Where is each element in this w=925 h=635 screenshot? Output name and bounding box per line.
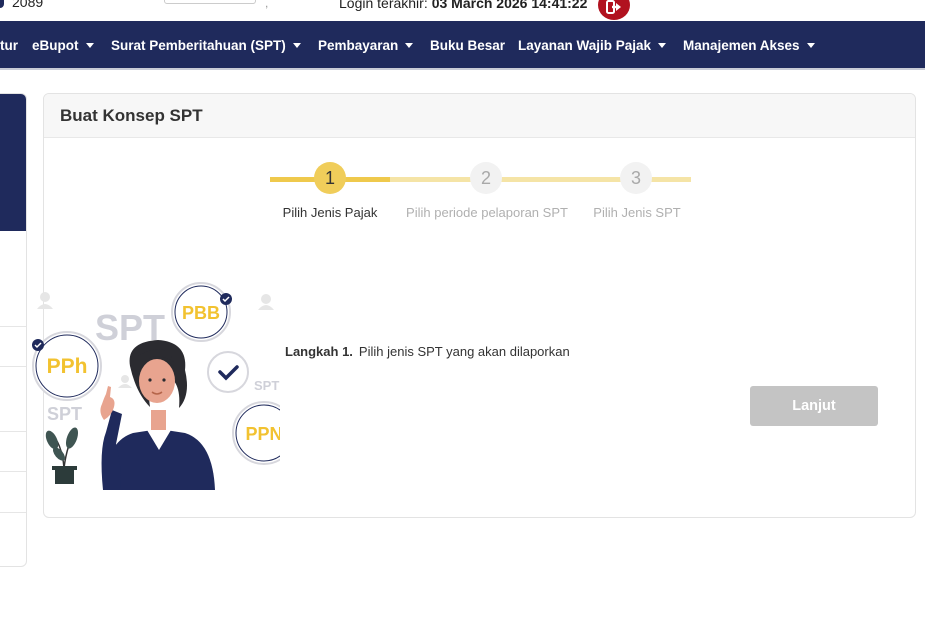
plant-icon <box>45 427 79 484</box>
caret-down-icon <box>292 43 301 48</box>
step-2-circle: 2 <box>470 162 502 194</box>
sidebar-panel <box>0 93 27 567</box>
caret-down-icon <box>405 43 414 48</box>
divider <box>0 366 26 367</box>
nav-label: Surat Pemberitahuan (SPT) <box>111 38 286 53</box>
instruction-text: Langkah 1. Pilih jenis SPT yang akan dila… <box>285 344 570 359</box>
last-login-label: Login terakhir: <box>339 0 428 11</box>
step-3-label: Pilih Jenis SPT <box>593 205 681 220</box>
divider <box>0 471 26 472</box>
nav-label: Pembayaran <box>318 38 399 53</box>
nav-label: Buku Besar <box>430 38 506 53</box>
separator-glyph: , <box>265 0 269 10</box>
instruction-body: Pilih jenis SPT yang akan dilaporkan <box>358 344 570 359</box>
person-illustration <box>100 340 215 490</box>
logout-icon <box>606 0 621 14</box>
step-2-label: Pilih periode pelaporan SPT <box>406 205 568 220</box>
sidebar-header <box>0 94 26 231</box>
caret-down-icon <box>85 43 94 48</box>
nav-item-manajemen-akses[interactable]: Manajemen Akses <box>683 38 815 53</box>
spt-small-right-label: SPT <box>254 378 279 393</box>
pph-label: PPh <box>47 355 88 378</box>
last-login-time: 03 March 2026 14:41:22 <box>431 0 588 11</box>
nav-label: eBupot <box>32 38 79 53</box>
nav-item-pembayaran[interactable]: Pembayaran <box>318 38 414 53</box>
nav-label: tur <box>0 38 18 53</box>
instruction-step: Langkah 1. <box>285 344 353 359</box>
nav-item-spt[interactable]: Surat Pemberitahuan (SPT) <box>111 38 301 53</box>
user-indicator-dot <box>0 0 4 8</box>
step-1-circle: 1 <box>314 162 346 194</box>
tax-illustration: SPT PBB PPh SPT SPT PPN <box>32 282 280 490</box>
nav-item-ebupot[interactable]: eBupot <box>32 38 94 53</box>
divider <box>0 512 26 513</box>
main-navbar: tur eBupot Surat Pemberitahuan (SPT) Pem… <box>0 21 925 70</box>
role-select[interactable] <box>164 0 256 4</box>
step-1-label: Pilih Jenis Pajak <box>282 205 378 220</box>
ppn-label: PPN <box>245 424 280 444</box>
nav-item-buku-besar[interactable]: Buku Besar <box>430 38 505 53</box>
account-id: 2089 <box>12 0 44 10</box>
next-button[interactable]: Lanjut <box>750 386 878 426</box>
nav-item-tur[interactable]: tur <box>0 38 18 53</box>
logout-button[interactable] <box>598 0 630 20</box>
divider <box>0 326 26 327</box>
nav-label: Manajemen Akses <box>683 38 800 53</box>
nav-label: Layanan Wajib Pajak <box>518 38 652 53</box>
caret-down-icon <box>658 43 667 48</box>
spt-small-left-label: SPT <box>47 404 82 424</box>
divider <box>0 431 26 432</box>
pbb-label: PBB <box>182 303 220 323</box>
last-login: Login terakhir: 03 March 2026 14:41:22 <box>339 0 587 11</box>
step-3-circle: 3 <box>620 162 652 194</box>
caret-down-icon <box>806 43 815 48</box>
nav-item-layanan-wajib-pajak[interactable]: Layanan Wajib Pajak <box>518 38 667 53</box>
stepper: 1 2 3 Pilih Jenis Pajak Pilih periode pe… <box>44 94 915 234</box>
top-info-bar: 2089 , Login terakhir: 03 March 2026 14:4… <box>0 0 925 21</box>
